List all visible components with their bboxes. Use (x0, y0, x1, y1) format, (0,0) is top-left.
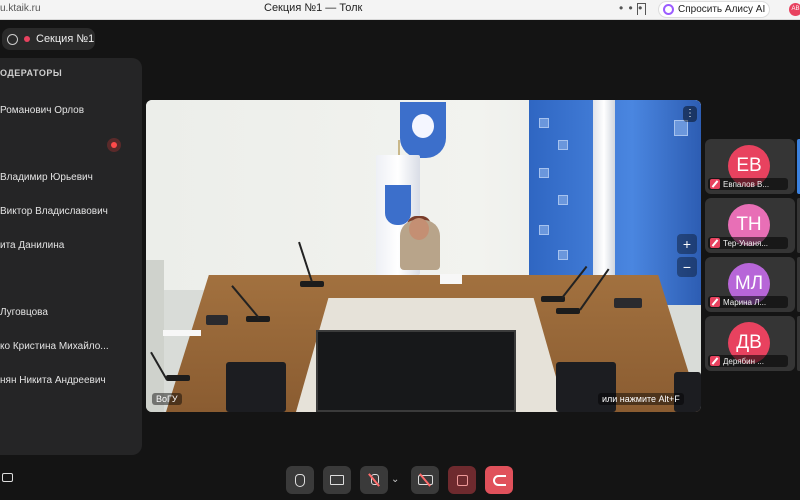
paper (163, 330, 201, 336)
laptop (614, 298, 642, 308)
mic-off-icon (710, 297, 720, 307)
participant-tile[interactable]: ЕВ Евпалов В... (705, 139, 795, 194)
leave-icon (492, 474, 506, 486)
monitor (316, 330, 516, 412)
emblem-icon (558, 140, 568, 150)
alice-icon (663, 4, 674, 15)
room-icon (7, 33, 18, 45)
screen-icon (330, 475, 344, 485)
emblem-icon (558, 195, 568, 205)
raise-hand-button[interactable] (286, 466, 314, 494)
participant-tile[interactable]: МЛ Марина Л... (705, 257, 795, 312)
browser-toolbar: u.ktaik.ru Секция №1 — Толк • • • Спроси… (0, 0, 800, 20)
mic-off-icon (710, 238, 720, 248)
bookmark-icon[interactable] (637, 3, 646, 15)
participant-item[interactable]: Романович Орлов (0, 105, 118, 116)
participant-name: Дерябин ... (723, 356, 764, 366)
ask-alice-button[interactable]: Спросить Алису AI (658, 1, 770, 18)
university-logo (400, 102, 446, 158)
emblem-icon (539, 168, 549, 178)
emblem-icon (539, 225, 549, 235)
camera-button[interactable] (411, 466, 439, 494)
participant-item[interactable]: Луговцова (0, 307, 118, 318)
tile-label: Тер-Унаня... (708, 237, 788, 249)
emblem-icon (558, 250, 568, 260)
emblem-icon (539, 118, 549, 128)
screen-share-button[interactable] (323, 466, 351, 494)
chat-icon[interactable] (2, 473, 13, 482)
column (593, 100, 615, 300)
name-plate (440, 274, 462, 284)
emblem-icon (674, 120, 688, 136)
microphone-button[interactable] (360, 466, 388, 494)
participant-item[interactable]: Владимир Юрьевич (0, 172, 118, 183)
participant-item[interactable]: ита Данилина (0, 240, 118, 251)
mic-off-icon (368, 474, 380, 486)
participant-tile[interactable]: ТН Тер-Унаня... (705, 198, 795, 253)
tile-label: Марина Л... (708, 296, 788, 308)
chevron-down-icon[interactable]: ⌄ (391, 474, 399, 485)
main-video-feed[interactable]: ВоГУ или нажмите Alt+F ⋮ + − (146, 100, 701, 412)
video-menu-icon[interactable]: ⋮ (683, 106, 697, 122)
chair (674, 372, 701, 412)
record-icon (456, 474, 468, 486)
tile-label: Евпалов В... (708, 178, 788, 190)
video-label: ВоГУ (152, 393, 182, 405)
panel-header: ОДЕРАТОРЫ (0, 68, 63, 78)
participant-item[interactable]: нян Никита Андреевич (0, 375, 118, 386)
record-button[interactable] (448, 466, 476, 494)
participants-panel: ОДЕРАТОРЫ Романович Орлов Владимир Юрьев… (0, 58, 142, 455)
fullscreen-hint[interactable]: или нажмите Alt+F (598, 393, 684, 405)
profile-badge[interactable]: AB (789, 3, 800, 16)
room-indicator[interactable]: Секция №1 (2, 28, 95, 50)
zoom-out-button[interactable]: − (677, 257, 697, 277)
participant-item[interactable]: Виктор Владиславович (0, 206, 118, 217)
tab-title: Секция №1 — Толк (264, 2, 363, 14)
mic-off-icon (710, 356, 720, 366)
microphone (556, 308, 580, 314)
participant-name: Евпалов В... (723, 179, 770, 189)
chair (226, 362, 286, 412)
tile-label: Дерябин ... (708, 355, 788, 367)
camera-off-icon (417, 475, 433, 485)
curtain (146, 260, 164, 412)
laptop (206, 315, 228, 325)
ask-alice-label: Спросить Алису AI (678, 4, 766, 15)
hand-icon (295, 473, 305, 487)
address-bar[interactable]: u.ktaik.ru (0, 3, 41, 14)
speaker-head (409, 218, 429, 240)
zoom-in-button[interactable]: + (677, 234, 697, 254)
participant-name: Марина Л... (723, 297, 767, 307)
recording-dot-icon (24, 36, 30, 42)
mic-off-icon (710, 179, 720, 189)
microphone (166, 375, 190, 381)
participant-item[interactable]: ко Кристина Михайло... (0, 341, 118, 352)
room-name: Секция №1 (36, 33, 95, 45)
flag-emblem (385, 185, 411, 225)
leave-call-button[interactable] (485, 466, 513, 494)
recording-icon (107, 138, 121, 152)
participant-tile[interactable]: ДВ Дерябин ... (705, 316, 795, 371)
participant-name: Тер-Унаня... (723, 238, 769, 248)
